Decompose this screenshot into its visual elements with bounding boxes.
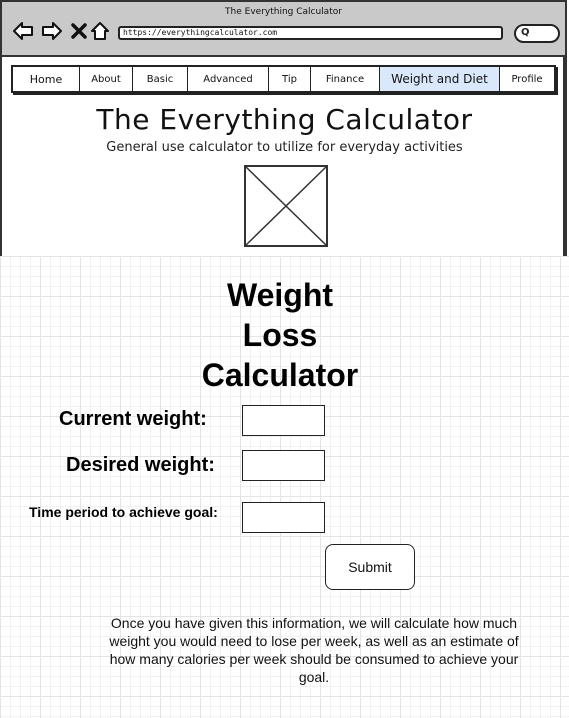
- current-weight-label: Current weight:: [59, 408, 207, 430]
- image-placeholder: [244, 165, 328, 247]
- window-border: [563, 57, 565, 256]
- tab-basic[interactable]: Basic: [133, 67, 188, 91]
- forward-arrow-icon[interactable]: [41, 20, 63, 42]
- calculator-title-line: Loss: [242, 317, 318, 353]
- submit-button[interactable]: Submit: [325, 544, 415, 590]
- desired-weight-input[interactable]: [242, 450, 325, 481]
- desired-weight-label: Desired weight:: [66, 454, 215, 476]
- home-icon[interactable]: [89, 20, 111, 42]
- back-arrow-icon[interactable]: [12, 20, 34, 42]
- tab-profile[interactable]: Profile: [500, 67, 554, 91]
- address-bar[interactable]: https://everythingcalculator.com: [118, 26, 503, 40]
- calculator-title-line: Calculator: [201, 357, 359, 393]
- tab-tip[interactable]: Tip: [269, 67, 311, 91]
- tab-about[interactable]: About: [80, 67, 133, 91]
- window-title: The Everything Calculator: [225, 7, 342, 17]
- time-period-label: Time period to achieve goal:: [29, 504, 218, 520]
- browser-window: The Everything Calculator https://everyt…: [0, 0, 567, 256]
- calculator-title: Weight Loss Calculator: [180, 275, 380, 395]
- site-title: The Everything Calculator: [96, 103, 473, 136]
- calculator-title-line: Weight: [226, 277, 334, 313]
- time-period-input[interactable]: [242, 502, 325, 533]
- tab-advanced[interactable]: Advanced: [188, 67, 269, 91]
- tab-weight-and-diet[interactable]: Weight and Diet: [380, 67, 500, 91]
- search-button[interactable]: Q: [514, 24, 560, 43]
- site-subtitle: General use calculator to utilize for ev…: [106, 140, 463, 155]
- calculator-panel: Weight Loss Calculator Current weight: D…: [0, 256, 569, 718]
- search-icon: Q: [521, 27, 530, 38]
- browser-toolbar: The Everything Calculator https://everyt…: [2, 2, 565, 57]
- info-text: Once you have given this information, we…: [109, 615, 519, 685]
- close-icon[interactable]: [68, 20, 90, 42]
- current-weight-input[interactable]: [242, 405, 325, 436]
- tab-home[interactable]: Home: [13, 67, 80, 91]
- nav-tabs: Home About Basic Advanced Tip Finance We…: [11, 65, 556, 93]
- tab-finance[interactable]: Finance: [311, 67, 380, 91]
